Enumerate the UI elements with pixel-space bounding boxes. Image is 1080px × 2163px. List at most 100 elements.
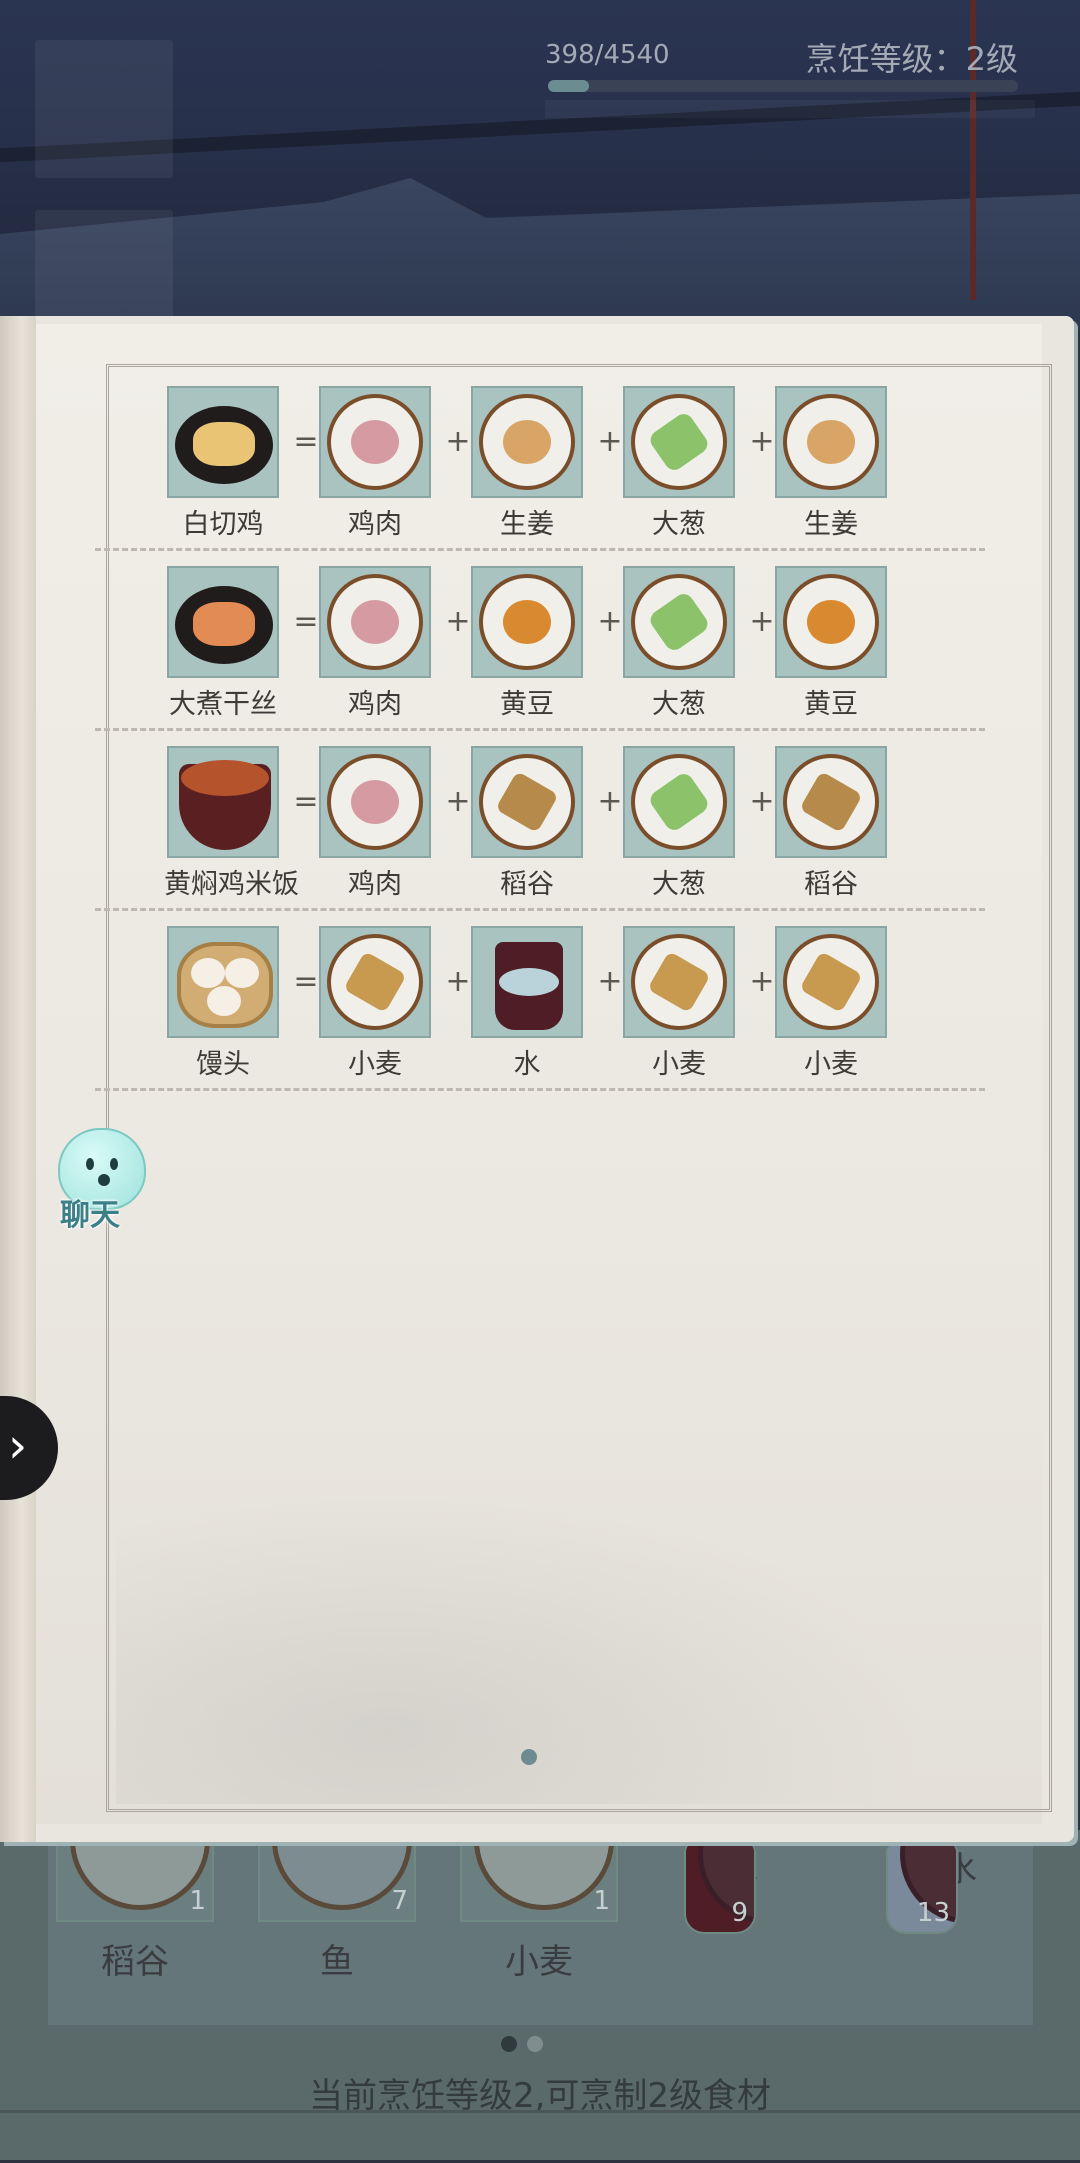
ingredient-cell[interactable]: 稻谷 <box>468 746 586 901</box>
inventory-count: 13 <box>916 1898 950 1928</box>
steamed-bun-icon[interactable] <box>167 926 279 1038</box>
chat-label: 聊天 <box>60 1198 120 1233</box>
inventory-item[interactable]: 1 小麦 <box>460 1830 618 1983</box>
rice-grain-icon <box>775 746 887 858</box>
wheat-icon <box>319 926 431 1038</box>
inventory-item[interactable]: 7 鱼 <box>258 1830 416 1983</box>
chicken-meat-icon <box>319 386 431 498</box>
ingredient-name: 大葱 <box>652 689 706 720</box>
inventory-slot[interactable]: 1 <box>56 1830 214 1922</box>
inventory-slot[interactable]: 9 <box>684 1844 756 1934</box>
shredded-tofu-dish-icon[interactable] <box>167 566 279 678</box>
bottom-frame <box>0 2110 1080 2163</box>
ingredient-cell[interactable]: 稻谷 <box>772 746 890 901</box>
ingredient-cell[interactable]: 大葱 <box>620 746 738 901</box>
ginger-icon <box>775 386 887 498</box>
poached-chicken-icon[interactable] <box>167 386 279 498</box>
ingredient-name: 小麦 <box>348 1049 402 1080</box>
inventory-label: 稻谷 <box>101 1942 169 1982</box>
ingredient-cell[interactable]: 小麦 <box>772 926 890 1081</box>
inventory-pager[interactable] <box>496 2036 548 2056</box>
row-divider <box>95 908 985 911</box>
row-divider <box>95 548 985 551</box>
cooking-level-text: 烹饪等级：2级 <box>805 40 1018 78</box>
side-slot <box>35 40 173 178</box>
pager-dot-active[interactable] <box>501 2036 517 2052</box>
background-scene: 398/4540 烹饪等级：2级 <box>0 0 1080 330</box>
exp-progress-text: 398/4540 <box>545 40 670 70</box>
dish-cell[interactable]: 黄焖鸡米饭 <box>164 746 299 901</box>
soybean-icon <box>471 566 583 678</box>
ingredient-name: 大葱 <box>652 869 706 900</box>
ingredient-cell[interactable]: 小麦 <box>620 926 738 1081</box>
inventory-item[interactable]: 1 稻谷 <box>56 1830 214 1983</box>
dish-name: 大煮干丝 <box>169 689 277 720</box>
ingredient-name: 大葱 <box>652 509 706 540</box>
dish-cell[interactable]: 大煮干丝 <box>164 566 282 721</box>
ingredient-name: 稻谷 <box>804 869 858 900</box>
ingredient-cell[interactable]: 小麦 <box>316 926 434 1081</box>
pager-dot[interactable] <box>527 2036 543 2052</box>
ingredient-cell[interactable]: 生姜 <box>468 386 586 541</box>
ingredient-name: 稻谷 <box>500 869 554 900</box>
inventory-slot[interactable]: 1 <box>460 1830 618 1922</box>
ingredient-name: 小麦 <box>804 1049 858 1080</box>
inventory-slot[interactable]: 13 <box>886 1844 958 1934</box>
dish-name: 白切鸡 <box>182 509 264 540</box>
progress-shadow <box>545 100 1035 118</box>
wheat-icon <box>775 926 887 1038</box>
recipe-book: 白切鸡 = 鸡肉 + 生姜 + 大葱 + 生姜 大煮干丝 = 鸡肉 + 黄豆 +… <box>0 316 1074 1842</box>
ingredient-name: 鸡肉 <box>348 509 402 540</box>
ingredient-name: 鸡肉 <box>348 869 402 900</box>
chicken-meat-icon <box>319 566 431 678</box>
recipe-row[interactable]: 馒头 = 小麦 + 水 + 小麦 + 小麦 <box>150 926 910 1080</box>
recipe-row[interactable]: 白切鸡 = 鸡肉 + 生姜 + 大葱 + 生姜 <box>150 386 910 540</box>
ingredient-name: 黄豆 <box>804 689 858 720</box>
inventory-count: 1 <box>593 1886 610 1916</box>
rice-grain-icon <box>471 746 583 858</box>
braised-chicken-rice-icon[interactable] <box>167 746 279 858</box>
ingredient-name: 小麦 <box>652 1049 706 1080</box>
ginger-icon <box>471 386 583 498</box>
dish-cell[interactable]: 白切鸡 <box>164 386 282 541</box>
scallion-icon <box>623 746 735 858</box>
exp-progress-bar <box>548 80 1018 92</box>
inventory-count: 9 <box>731 1898 748 1928</box>
dish-name: 黄焖鸡米饭 <box>164 869 299 900</box>
ingredient-name: 生姜 <box>804 509 858 540</box>
ingredient-cell[interactable]: 大葱 <box>620 566 738 721</box>
inventory-label: 鱼 <box>320 1942 354 1982</box>
row-divider <box>95 1088 985 1091</box>
inventory-slot[interactable]: 7 <box>258 1830 416 1922</box>
dish-name: 馒头 <box>196 1049 250 1080</box>
ink-landscape <box>116 1444 1016 1804</box>
inventory-label: 小麦 <box>505 1942 573 1982</box>
ingredient-name: 生姜 <box>500 509 554 540</box>
book-spine <box>0 316 36 1842</box>
ingredient-cell[interactable]: 大葱 <box>620 386 738 541</box>
ingredient-cell[interactable]: 鸡肉 <box>316 746 434 901</box>
inventory-panel: 1 稻谷 7 鱼 1 小麦 9 水 <box>48 1830 1033 2025</box>
inventory-count: 7 <box>391 1886 408 1916</box>
ingredient-cell[interactable]: 水 <box>468 926 586 1081</box>
ingredient-cell[interactable]: 生姜 <box>772 386 890 541</box>
dish-cell[interactable]: 馒头 <box>164 926 282 1081</box>
chat-button[interactable]: 聊天 <box>40 1128 150 1238</box>
ingredient-cell[interactable]: 鸡肉 <box>316 386 434 541</box>
ingredient-cell[interactable]: 鸡肉 <box>316 566 434 721</box>
ingredient-name: 鸡肉 <box>348 689 402 720</box>
ingredient-cell[interactable]: 黄豆 <box>468 566 586 721</box>
row-divider <box>95 728 985 731</box>
water-bucket-icon <box>471 926 583 1038</box>
recipe-row[interactable]: 大煮干丝 = 鸡肉 + 黄豆 + 大葱 + 黄豆 <box>150 566 910 720</box>
side-slot <box>35 210 173 330</box>
wheat-icon <box>623 926 735 1038</box>
book-page-indicator[interactable] <box>521 1749 537 1765</box>
soybean-icon <box>775 566 887 678</box>
chicken-meat-icon <box>319 746 431 858</box>
ingredient-name: 黄豆 <box>500 689 554 720</box>
ingredient-name: 水 <box>513 1049 541 1080</box>
ingredient-cell[interactable]: 黄豆 <box>772 566 890 721</box>
recipe-row[interactable]: 黄焖鸡米饭 = 鸡肉 + 稻谷 + 大葱 + 稻谷 <box>150 746 910 900</box>
chevron-right-icon: › <box>8 1418 28 1474</box>
